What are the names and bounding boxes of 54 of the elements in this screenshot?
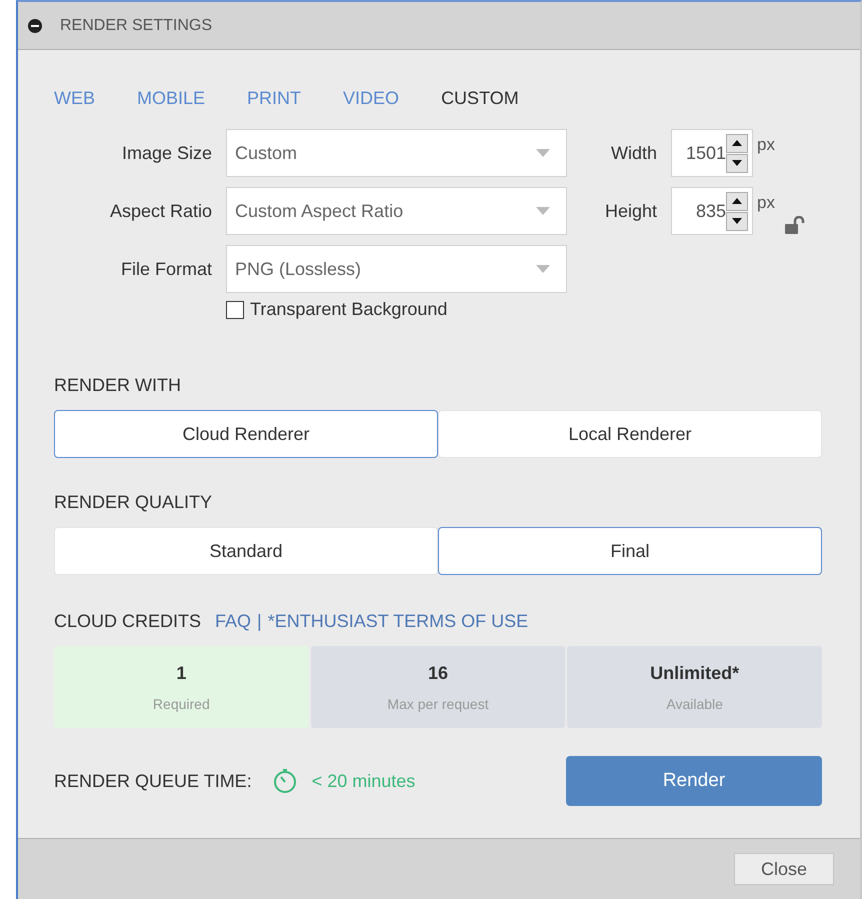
window-title: RENDER SETTINGS xyxy=(60,16,212,34)
credit-caption: Available xyxy=(666,696,723,712)
link[interactable]: FAQ xyxy=(215,611,252,632)
up-arrow-button[interactable] xyxy=(726,134,748,152)
unit-label: px xyxy=(757,135,775,155)
field-label: Aspect Ratio xyxy=(108,200,212,222)
down-arrow-button[interactable] xyxy=(726,154,748,172)
unlocked-lock-icon[interactable] xyxy=(784,216,805,234)
tab[interactable]: MOBILE xyxy=(137,88,206,109)
number-field[interactable]: 835 xyxy=(671,187,753,235)
field-label: File Format xyxy=(120,258,212,280)
up-triangle-icon xyxy=(732,140,742,146)
tab[interactable]: PRINT xyxy=(247,88,302,109)
render-button[interactable]: Render xyxy=(566,756,822,806)
field-label: Height xyxy=(604,200,657,222)
field-label: Image Size xyxy=(120,142,212,164)
up-triangle-icon xyxy=(732,198,742,204)
separator: | xyxy=(257,611,262,632)
segment-button[interactable]: Local Renderer xyxy=(438,410,822,458)
down-triangle-icon xyxy=(732,218,742,224)
minus-circle-icon[interactable] xyxy=(28,18,42,32)
caret-icon xyxy=(536,265,550,273)
dropdown[interactable]: PNG (Lossless) xyxy=(226,245,567,293)
checkbox[interactable]: Transparent Background xyxy=(226,299,567,320)
section-heading: CLOUD CREDITS xyxy=(54,611,202,632)
tab[interactable]: CUSTOM xyxy=(441,88,519,109)
checkbox-box[interactable] xyxy=(226,300,244,318)
segment-button[interactable]: Cloud Renderer xyxy=(54,410,438,458)
credit-value: 1 xyxy=(176,662,186,684)
segment-button[interactable]: Standard xyxy=(54,527,438,575)
number-field[interactable]: 1501 xyxy=(671,129,753,177)
dropdown[interactable]: Custom xyxy=(226,129,567,177)
link[interactable]: *ENTHUSIAST TERMS OF USE xyxy=(268,611,528,632)
caret-icon xyxy=(536,149,550,157)
tab[interactable]: WEB xyxy=(54,88,96,109)
caret-icon xyxy=(536,207,550,215)
dropdown[interactable]: Custom Aspect Ratio xyxy=(226,187,567,235)
down-triangle-icon xyxy=(732,160,742,166)
segment-button[interactable]: Final xyxy=(438,527,822,575)
down-arrow-button[interactable] xyxy=(726,212,748,230)
field-label: Width xyxy=(610,142,657,164)
tab[interactable]: VIDEO xyxy=(343,88,400,109)
credit-value: Unlimited* xyxy=(650,662,740,684)
queue-time: < 20 minutes xyxy=(312,770,416,792)
up-arrow-button[interactable] xyxy=(726,192,748,210)
credit-caption: Required xyxy=(152,696,210,712)
credit-value: 16 xyxy=(428,662,448,684)
section-heading: RENDER WITH xyxy=(54,375,182,396)
credit-caption: Max per request xyxy=(387,696,489,712)
stopwatch-icon xyxy=(272,768,298,794)
section-heading: RENDER QUALITY xyxy=(54,492,214,513)
queue-label: RENDER QUEUE TIME: xyxy=(54,770,252,792)
unit-label: px xyxy=(757,193,775,213)
close-button[interactable]: Close xyxy=(734,853,834,885)
